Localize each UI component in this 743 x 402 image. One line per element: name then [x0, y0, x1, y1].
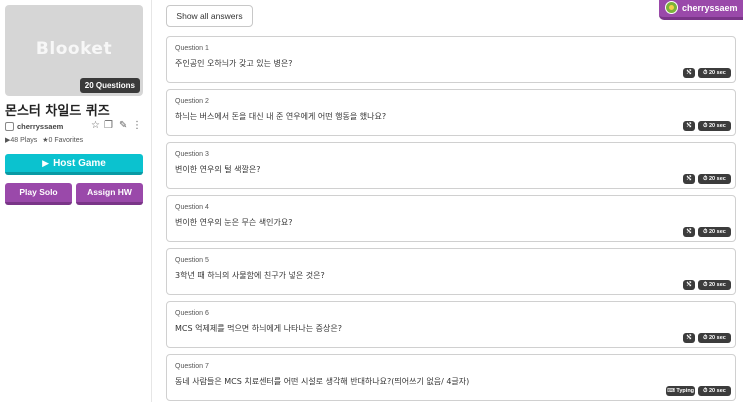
time-limit-badge: ⏱ 20 sec — [698, 68, 731, 78]
answer-mode-value: Typing — [676, 388, 695, 394]
author-row: cherryssaem ☆ ❐ ✎ ⋮ — [5, 120, 145, 133]
time-limit-value: 20 sec — [709, 123, 726, 129]
question-card[interactable]: Question 6 MCS 억제제를 먹으면 하늬에게 나타나는 증상은? ⤭… — [166, 301, 736, 348]
time-limit-badge: ⏱ 20 sec — [698, 280, 731, 290]
shuffle-icon: ⤭ — [683, 68, 695, 78]
question-card[interactable]: Question 1 주인공인 오하늬가 갖고 있는 병은? ⤭ ⏱ 20 se… — [166, 36, 736, 83]
set-stats: ▶48 Plays ★0 Favorites — [5, 136, 83, 144]
question-text: MCS 억제제를 먹으면 하늬에게 나타나는 증상은? — [175, 324, 343, 333]
set-title: 몬스터 차일드 퀴즈 — [5, 104, 110, 119]
set-info-panel: Blooket 20 Questions 몬스터 차일드 퀴즈 cherryss… — [0, 0, 152, 402]
shuffle-icon: ⤭ — [683, 174, 695, 184]
star-icon[interactable]: ☆ — [91, 120, 100, 132]
time-limit-badge: ⏱ 20 sec — [698, 386, 731, 396]
time-limit-badge: ⏱ 20 sec — [698, 174, 731, 184]
shuffle-icon: ⤭ — [683, 333, 695, 343]
timer-icon: ⏱ — [703, 335, 708, 341]
timer-icon: ⏱ — [703, 229, 708, 235]
user-menu[interactable]: cherryssaem ▾ — [659, 0, 743, 20]
more-icon[interactable]: ⋮ — [132, 120, 142, 132]
question-card[interactable]: Question 4 변이한 연우의 눈은 무슨 색인가요? ⤭ ⏱ 20 se… — [166, 195, 736, 242]
time-limit-badge: ⏱ 20 sec — [698, 227, 731, 237]
question-card[interactable]: Question 3 변이한 연우의 털 색깔은? ⤭ ⏱ 20 sec — [166, 142, 736, 189]
question-text: 주인공인 오하늬가 갖고 있는 병은? — [175, 59, 293, 68]
question-number: Question 7 — [175, 363, 209, 370]
question-text: 3학년 때 하늬의 사물함에 친구가 넣은 것은? — [175, 271, 325, 280]
time-limit-value: 20 sec — [709, 176, 726, 182]
timer-icon: ⏱ — [703, 70, 708, 76]
question-number: Question 2 — [175, 98, 209, 105]
question-text: 동네 사람들은 MCS 치료센터를 어떤 시설로 생각해 반대하나요?(띄어쓰기… — [175, 377, 470, 386]
play-solo-button[interactable]: Play Solo — [5, 183, 72, 205]
question-count-badge: 20 Questions — [79, 78, 140, 93]
set-cover-image: Blooket 20 Questions — [5, 5, 143, 96]
question-text: 변이한 연우의 털 색깔은? — [175, 165, 261, 174]
favorites-count: 0 Favorites — [48, 137, 84, 144]
blooket-logo: Blooket — [35, 39, 113, 59]
question-number: Question 1 — [175, 45, 209, 52]
play-icon: ▶ — [42, 158, 50, 168]
assign-hw-button[interactable]: Assign HW — [76, 183, 143, 205]
edit-icon[interactable]: ✎ — [119, 120, 127, 132]
time-limit-value: 20 sec — [709, 335, 726, 341]
question-card[interactable]: Question 7 동네 사람들은 MCS 치료센터를 어떤 시설로 생각해 … — [166, 354, 736, 401]
shuffle-icon: ⤭ — [683, 227, 695, 237]
question-text: 하늬는 버스에서 돈을 대신 내 준 연우에게 어떤 행동을 했나요? — [175, 112, 387, 121]
keyboard-icon: ⌨ — [666, 388, 675, 394]
question-number: Question 5 — [175, 257, 209, 264]
question-number: Question 6 — [175, 310, 209, 317]
time-limit-badge: ⏱ 20 sec — [698, 333, 731, 343]
time-limit-value: 20 sec — [709, 282, 726, 288]
question-card[interactable]: Question 2 하늬는 버스에서 돈을 대신 내 준 연우에게 어떤 행동… — [166, 89, 736, 136]
typing-mode-badge: ⌨ Typing — [666, 386, 695, 396]
time-limit-value: 20 sec — [709, 229, 726, 235]
author-avatar-icon — [5, 122, 14, 131]
question-card[interactable]: Question 5 3학년 때 하늬의 사물함에 친구가 넣은 것은? ⤭ ⏱… — [166, 248, 736, 295]
app-root: Blooket 20 Questions 몬스터 차일드 퀴즈 cherryss… — [0, 0, 743, 402]
user-avatar — [665, 1, 678, 14]
timer-icon: ⏱ — [703, 176, 708, 182]
question-number: Question 4 — [175, 204, 209, 211]
show-all-answers-button[interactable]: Show all answers — [166, 5, 253, 27]
timer-icon: ⏱ — [703, 282, 708, 288]
host-game-label: Host Game — [53, 158, 106, 169]
time-limit-badge: ⏱ 20 sec — [698, 121, 731, 131]
timer-icon: ⏱ — [703, 123, 708, 129]
question-number: Question 3 — [175, 151, 209, 158]
shuffle-icon: ⤭ — [683, 280, 695, 290]
time-limit-value: 20 sec — [709, 70, 726, 76]
host-game-button[interactable]: ▶ Host Game — [5, 154, 143, 175]
timer-icon: ⏱ — [703, 388, 708, 394]
plays-count: 48 Plays — [10, 137, 38, 144]
user-name: cherryssaem — [682, 3, 738, 13]
question-text: 변이한 연우의 눈은 무슨 색인가요? — [175, 218, 293, 227]
time-limit-value: 20 sec — [709, 388, 726, 394]
copy-icon[interactable]: ❐ — [104, 120, 113, 132]
shuffle-icon: ⤭ — [683, 121, 695, 131]
author-name[interactable]: cherryssaem — [17, 122, 63, 131]
